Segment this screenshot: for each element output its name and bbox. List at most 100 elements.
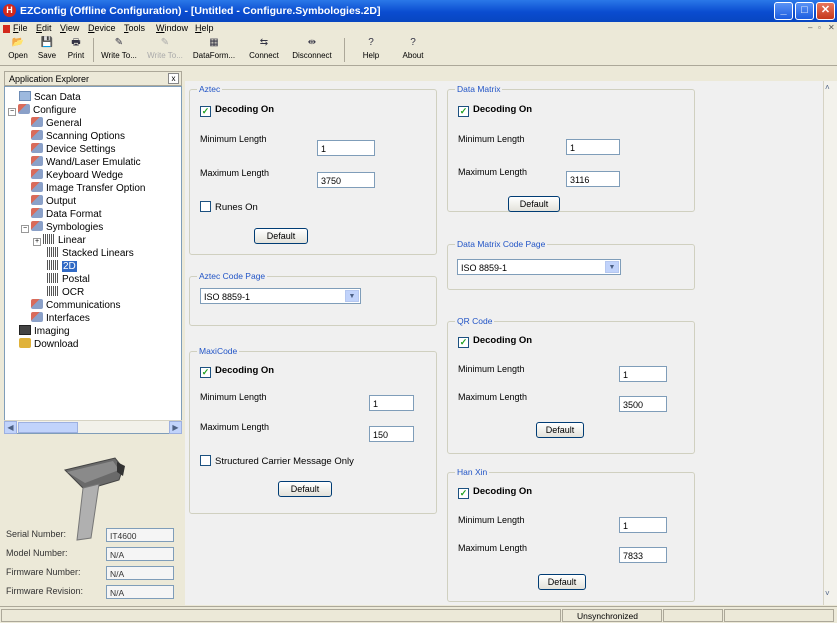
- maximize-button[interactable]: □: [795, 2, 814, 20]
- scroll-up-icon[interactable]: ˄: [825, 83, 830, 92]
- tree-item-general[interactable]: General: [31, 117, 82, 129]
- tree-item-linear[interactable]: + Linear: [33, 234, 86, 246]
- tree-item-scanning-options[interactable]: Scanning Options: [31, 130, 125, 142]
- write-to-button[interactable]: ✎ Write To...: [97, 37, 141, 60]
- toolbar-separator: [93, 38, 94, 62]
- title-bar[interactable]: H EZConfig (Offline Configuration) - [Un…: [0, 0, 837, 22]
- model-number-value: N/A: [106, 547, 174, 561]
- help-button[interactable]: ? Help: [356, 37, 386, 60]
- data-matrix-max-length-input[interactable]: 3116: [566, 171, 620, 187]
- maxicode-default-button[interactable]: Default: [278, 481, 332, 497]
- explorer-horizontal-scrollbar[interactable]: ◀ ▶: [4, 420, 182, 434]
- qr-code-max-length-input[interactable]: 3500: [619, 396, 667, 412]
- 2d-code-icon: [47, 260, 59, 270]
- scroll-down-icon[interactable]: ˅: [825, 589, 830, 598]
- data-matrix-decoding-checkbox[interactable]: ✓ Decoding On: [458, 104, 532, 117]
- mdi-restore-button[interactable]: ▫: [818, 23, 821, 32]
- explorer-tree: Scan Data − Configure General Scanning Op…: [4, 86, 182, 434]
- aztec-min-length-input[interactable]: 1: [317, 140, 375, 156]
- tree-item-image-transfer[interactable]: Image Transfer Option: [31, 182, 181, 194]
- han-xin-default-button[interactable]: Default: [538, 574, 586, 590]
- data-format-button[interactable]: ▦ DataForm...: [188, 37, 240, 60]
- data-matrix-default-button[interactable]: Default: [508, 196, 560, 212]
- menu-edit[interactable]: Edit: [36, 23, 52, 33]
- menu-file[interactable]: File: [13, 23, 28, 33]
- aztec-max-length-input[interactable]: 3750: [317, 172, 375, 188]
- mdi-minimize-button[interactable]: –: [808, 23, 812, 32]
- print-button[interactable]: 🖶 Print: [63, 37, 89, 60]
- maxicode-decoding-checkbox[interactable]: ✓ Decoding On: [200, 365, 274, 378]
- scroll-thumb[interactable]: [18, 422, 78, 433]
- save-button[interactable]: 💾 Save: [34, 37, 60, 60]
- aztec-runes-checkbox[interactable]: Runes On: [200, 201, 258, 213]
- open-button[interactable]: 📂 Open: [4, 37, 32, 60]
- data-matrix-code-page-select[interactable]: ISO 8859-1 ▼: [457, 259, 621, 275]
- explorer-title: Application Explorer: [9, 74, 90, 84]
- tree-item-interfaces[interactable]: Interfaces: [31, 312, 90, 324]
- minimize-button[interactable]: _: [774, 2, 793, 20]
- about-button[interactable]: ? About: [398, 37, 428, 60]
- mdi-close-button[interactable]: ✕: [828, 23, 835, 32]
- maxicode-structured-carrier-checkbox[interactable]: Structured Carrier Message Only: [200, 455, 354, 467]
- tree-item-configure[interactable]: − Configure: [8, 104, 76, 116]
- menu-help[interactable]: Help: [195, 23, 214, 33]
- tree-item-communications[interactable]: Communications: [31, 299, 120, 311]
- connect-button[interactable]: ⇆ Connect: [244, 37, 284, 60]
- aztec-decoding-checkbox[interactable]: ✓ Decoding On: [200, 104, 274, 117]
- aztec-code-page-select[interactable]: ISO 8859-1 ▼: [200, 288, 361, 304]
- tree-item-ocr[interactable]: OCR: [47, 286, 84, 298]
- disconnect-button[interactable]: ⇹ Disconnect: [288, 37, 336, 60]
- tree-item-symbologies[interactable]: − Symbologies: [21, 221, 103, 233]
- status-cell: [724, 609, 834, 622]
- expand-icon[interactable]: +: [33, 238, 41, 246]
- tree-item-stacked-linears[interactable]: Stacked Linears: [47, 247, 134, 259]
- close-button[interactable]: ✕: [816, 2, 835, 20]
- tree-item-device-settings[interactable]: Device Settings: [31, 143, 115, 155]
- data-matrix-group: Data Matrix ✓ Decoding On Minimum Length …: [447, 84, 695, 212]
- han-xin-decoding-checkbox[interactable]: ✓ Decoding On: [458, 486, 532, 499]
- data-matrix-title: Data Matrix: [455, 84, 503, 94]
- tree-item-imaging[interactable]: Imaging: [19, 325, 70, 337]
- maxicode-min-length-input[interactable]: 1: [369, 395, 414, 411]
- collapse-icon[interactable]: −: [21, 225, 29, 233]
- status-bar: Unsynchronized: [0, 606, 837, 623]
- content-vertical-scrollbar[interactable]: ˄ ˅: [823, 81, 837, 605]
- tree-item-2d[interactable]: 2D: [47, 260, 77, 272]
- tree-item-data-format[interactable]: Data Format: [31, 208, 102, 220]
- explorer-close-button[interactable]: x: [168, 73, 179, 84]
- app-icon: H: [3, 4, 16, 17]
- aztec-group: Aztec ✓ Decoding On Minimum Length 1 Maxi…: [189, 84, 437, 255]
- sync-status: Unsynchronized: [562, 609, 662, 622]
- chevron-down-icon[interactable]: ▼: [605, 261, 619, 273]
- collapse-icon[interactable]: −: [8, 108, 16, 116]
- menu-view[interactable]: View: [60, 23, 79, 33]
- qr-code-title: QR Code: [455, 316, 495, 326]
- configure-icon: [31, 208, 43, 218]
- data-matrix-min-length-input[interactable]: 1: [566, 139, 620, 155]
- scroll-left-icon[interactable]: ◀: [4, 421, 17, 434]
- maxicode-max-length-input[interactable]: 150: [369, 426, 414, 442]
- qr-code-decoding-checkbox[interactable]: ✓ Decoding On: [458, 335, 532, 348]
- scroll-right-icon[interactable]: ▶: [169, 421, 182, 434]
- han-xin-min-length-label: Minimum Length: [458, 515, 525, 525]
- tree-item-wand-laser[interactable]: Wand/Laser Emulatic: [31, 156, 141, 168]
- tree-item-postal[interactable]: Postal: [47, 273, 90, 285]
- aztec-default-button[interactable]: Default: [254, 228, 308, 244]
- qr-code-default-button[interactable]: Default: [536, 422, 584, 438]
- han-xin-min-length-input[interactable]: 1: [619, 517, 667, 533]
- write-to-disabled-button[interactable]: ✎ Write To...: [143, 37, 187, 60]
- download-icon: [19, 338, 31, 348]
- menu-window[interactable]: Window: [156, 23, 188, 33]
- menu-device[interactable]: Device: [88, 23, 116, 33]
- chevron-down-icon[interactable]: ▼: [345, 290, 359, 302]
- menu-tools[interactable]: Tools: [124, 23, 145, 33]
- qr-code-min-length-input[interactable]: 1: [619, 366, 667, 382]
- qr-code-min-length-label: Minimum Length: [458, 364, 525, 374]
- tree-item-download[interactable]: Download: [19, 338, 78, 350]
- tree-item-scan-data[interactable]: Scan Data: [19, 91, 81, 103]
- configure-icon: [31, 117, 43, 127]
- tree-item-output[interactable]: Output: [31, 195, 76, 207]
- han-xin-max-length-input[interactable]: 7833: [619, 547, 667, 563]
- tree-item-keyboard-wedge[interactable]: Keyboard Wedge: [31, 169, 123, 181]
- configure-icon: [31, 299, 43, 309]
